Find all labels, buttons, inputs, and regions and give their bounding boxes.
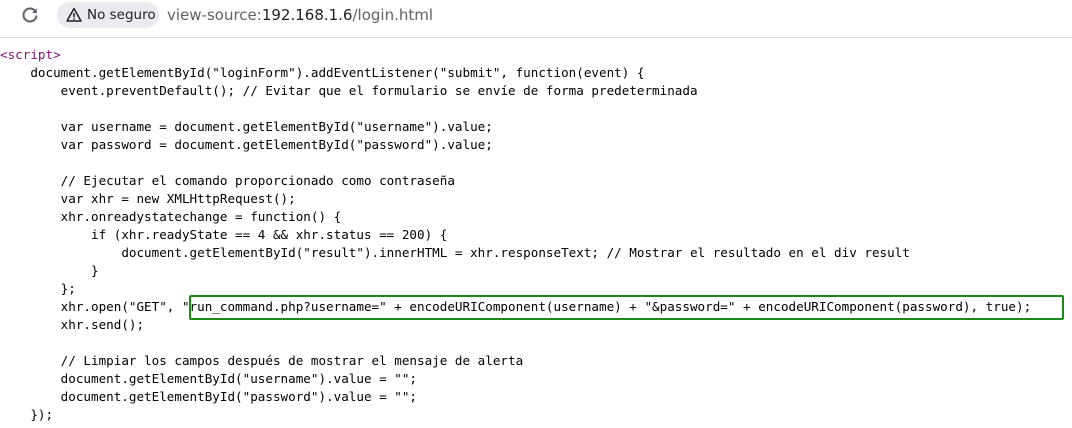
source-line: document.getElementById("result").innerH… xyxy=(0,245,910,260)
source-line: xhr.onreadystatechange = function() { xyxy=(0,209,342,224)
source-line: <script> xyxy=(0,46,1072,64)
toolbar-divider xyxy=(0,37,1072,38)
security-badge[interactable]: No seguro xyxy=(57,2,159,28)
source-line: // Limpiar los campos después de mostrar… xyxy=(0,353,524,368)
source-line: document.getElementById("loginForm").add… xyxy=(0,65,645,80)
script-tag: <script> xyxy=(0,47,61,62)
source-line: var username = document.getElementById("… xyxy=(0,119,493,134)
url-path: /login.html xyxy=(352,6,434,24)
url-host: 192.168.1.6 xyxy=(261,6,353,24)
source-line: document.getElementById("password").valu… xyxy=(0,389,418,404)
source-line: } xyxy=(0,263,99,278)
url-scheme: view-source: xyxy=(167,6,262,24)
source-line: document.getElementById("username").valu… xyxy=(0,371,418,386)
source-line: }; xyxy=(0,281,76,296)
address-bar[interactable]: view-source:192.168.1.6/login.html xyxy=(167,5,433,25)
source-line xyxy=(0,100,1072,118)
source-line: // Ejecutar el comando proporcionado com… xyxy=(0,173,455,188)
source-line xyxy=(0,154,1072,172)
reload-icon[interactable] xyxy=(20,5,40,25)
source-line: event.preventDefault(); // Evitar que el… xyxy=(0,83,698,98)
source-line xyxy=(0,334,1072,352)
source-code-view: <script> document.getElementById("loginF… xyxy=(0,46,1072,424)
browser-toolbar: No seguro view-source:192.168.1.6/login.… xyxy=(0,0,1072,30)
source-line: var password = document.getElementById("… xyxy=(0,137,493,152)
source-line: xhr.send(); xyxy=(0,317,145,332)
security-label: No seguro xyxy=(87,7,156,23)
warning-triangle-icon xyxy=(66,7,82,23)
source-line: xhr.open("GET", "run_command.php?usernam… xyxy=(0,299,1032,314)
source-line: }); xyxy=(0,407,54,422)
source-line: if (xhr.readyState == 4 && xhr.status ==… xyxy=(0,227,448,242)
source-line: var xhr = new XMLHttpRequest(); xyxy=(0,191,296,206)
